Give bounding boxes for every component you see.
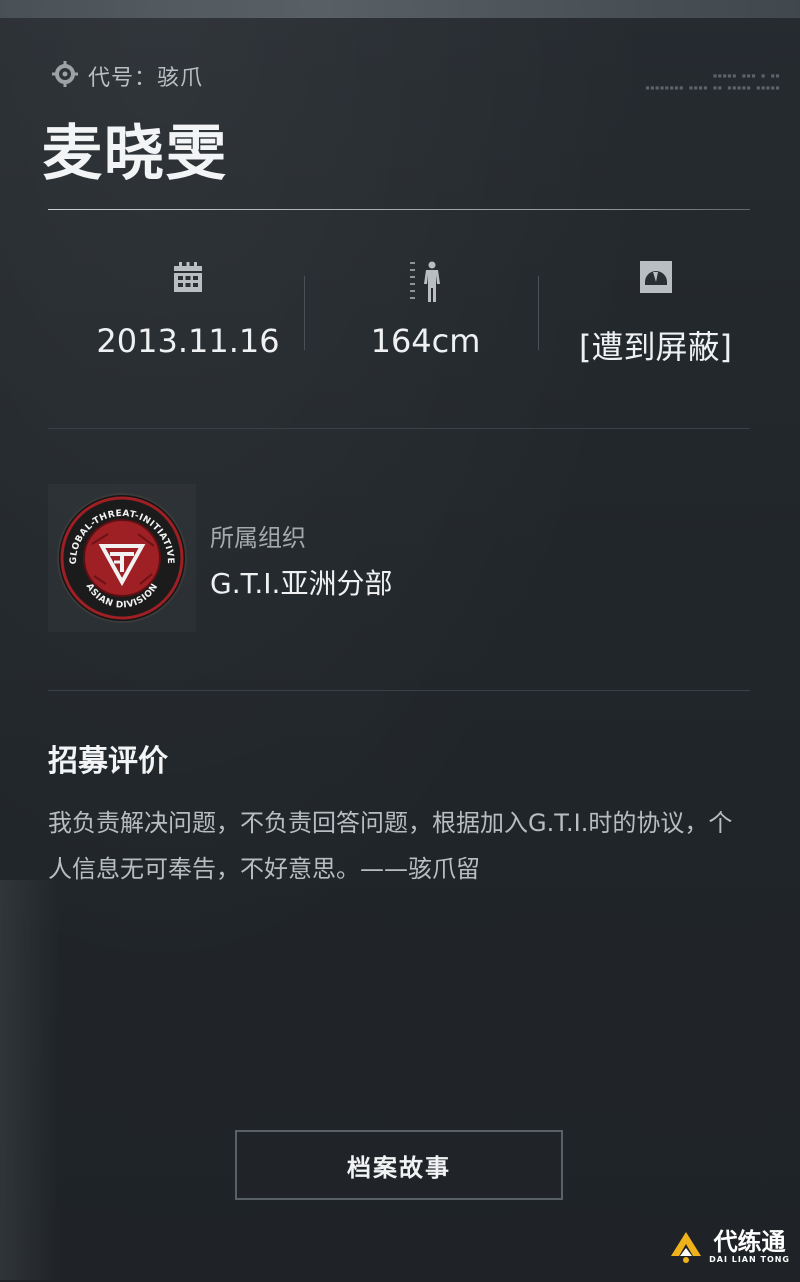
background-shade — [0, 880, 60, 1280]
stat-height: 164cm — [328, 260, 523, 370]
weight-value: [遭到屏蔽] — [579, 328, 732, 366]
gti-emblem-icon: GLOBAL-THREAT-INITIATIVE ASIAN DIVISION — [57, 493, 187, 623]
divider — [48, 209, 750, 210]
calendar-icon — [174, 262, 202, 292]
watermark-title: 代练通 — [713, 1228, 786, 1256]
review-title: 招募评价 — [48, 744, 168, 779]
stat-birthday: 2013.11.16 — [48, 260, 328, 370]
operator-profile-panel: ▪▪▪▪▪ ▪▪▪ ▪ ▪▪ ▪▪▪▪▪▪▪▪ ▪▪▪▪ ▪▪ ▪▪▪▪▪ ▪▪… — [0, 0, 800, 1282]
height-icon — [409, 261, 440, 302]
stat-separator — [304, 276, 305, 350]
stats-row: 2013.11.16 164cm [遭到屏蔽] — [48, 260, 750, 370]
character-name: 麦晓雯 — [42, 119, 228, 189]
organization-label: 所属组织 — [210, 524, 306, 552]
decorative-hud-text: ▪▪▪▪▪ ▪▪▪ ▪ ▪▪ ▪▪▪▪▪▪▪▪ ▪▪▪▪ ▪▪ ▪▪▪▪▪ ▪▪… — [645, 71, 780, 92]
watermark-logo-icon — [671, 1231, 702, 1263]
watermark-subtitle: DAI LIAN TONG — [709, 1255, 790, 1264]
height-value: 164cm — [370, 322, 481, 360]
divider — [48, 690, 750, 691]
weight-scale-icon — [639, 261, 672, 293]
top-status-strip — [0, 0, 800, 18]
archive-story-button[interactable]: 档案故事 — [235, 1130, 563, 1200]
crosshair-icon — [52, 61, 78, 91]
watermark: 代练通 DAI LIAN TONG — [669, 1229, 790, 1264]
review-text: 我负责解决问题，不负责回答问题，根据加入G.T.I.时的协议，个人信息无可奉告，… — [48, 809, 733, 883]
organization-value: G.T.I.亚洲分部 — [210, 567, 393, 600]
birthday-value: 2013.11.16 — [96, 322, 280, 360]
codename-row: 代号：骇爪 — [52, 60, 203, 92]
stat-weight: [遭到屏蔽] — [558, 260, 753, 370]
codename-label: 代号：骇爪 — [88, 66, 204, 91]
stat-separator — [538, 276, 539, 350]
divider — [48, 428, 750, 429]
organization-badge: GLOBAL-THREAT-INITIATIVE ASIAN DIVISION — [48, 484, 196, 632]
